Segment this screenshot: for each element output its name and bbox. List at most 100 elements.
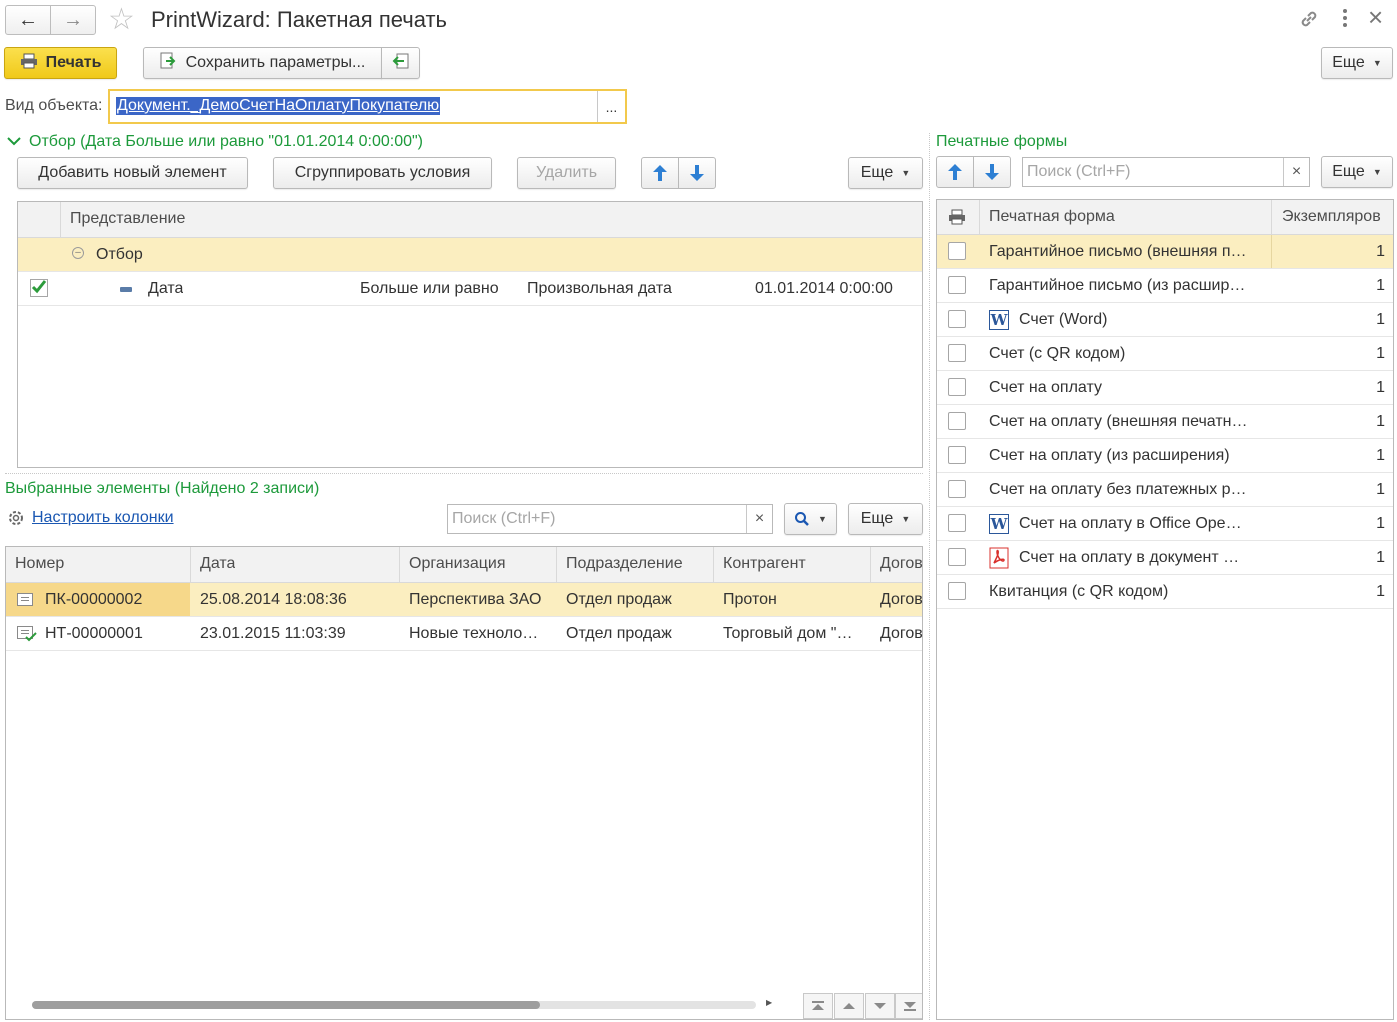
print-form-name: Счет (с QR кодом) — [989, 345, 1126, 362]
load-params-button[interactable] — [381, 47, 420, 79]
print-form-checkbox[interactable] — [948, 412, 966, 430]
print-form-name: Счет на оплату (внешняя печатн… — [989, 413, 1248, 430]
print-forms-grid[interactable]: Печатная форма Экземпляров Гарантийное п… — [936, 199, 1394, 1020]
clear-search-button[interactable]: × — [746, 505, 772, 533]
scrollbar-thumb[interactable] — [32, 1001, 540, 1009]
print-form-row[interactable]: Счет на оплату (из расширения) 1 — [937, 439, 1393, 473]
print-form-copies[interactable]: 1 — [1376, 481, 1385, 499]
splitter[interactable] — [5, 473, 923, 474]
filter-condition-row[interactable]: Дата Больше или равно Произвольная дата … — [18, 272, 922, 306]
column-header-print-form[interactable]: Печатная форма — [989, 208, 1115, 226]
print-form-copies[interactable]: 1 — [1376, 583, 1385, 601]
back-button[interactable]: ← — [5, 5, 51, 35]
column-header-number[interactable]: Номер — [15, 555, 64, 573]
print-form-checkbox[interactable] — [948, 446, 966, 464]
filter-grid[interactable]: Представление – Отбор Дата Больше или ра… — [17, 201, 923, 468]
column-header-date[interactable]: Дата — [200, 555, 235, 573]
clear-forms-search-button[interactable]: × — [1283, 158, 1309, 186]
posted-document-icon — [17, 626, 37, 642]
print-form-checkbox[interactable] — [948, 548, 966, 566]
print-forms-section-title: Печатные формы — [936, 133, 1068, 150]
print-form-checkbox[interactable] — [948, 242, 966, 260]
favorite-star-icon[interactable]: ☆ — [108, 4, 135, 36]
print-form-copies[interactable]: 1 — [1376, 447, 1385, 465]
group-conditions-button[interactable]: Сгруппировать условия — [273, 157, 492, 189]
search-button[interactable]: ▼ — [784, 503, 837, 535]
selected-search-input[interactable] — [448, 505, 746, 533]
print-form-row[interactable]: W Счет на оплату в Office Ope… 1 — [937, 507, 1393, 541]
selected-more-button[interactable]: Еще ▼ — [848, 503, 923, 535]
filter-section-title[interactable]: Отбор (Дата Больше или равно "01.01.2014… — [7, 133, 423, 151]
print-form-checkbox[interactable] — [948, 480, 966, 498]
print-form-copies[interactable]: 1 — [1376, 243, 1385, 261]
selected-search-field[interactable]: × — [447, 504, 773, 534]
column-header-counterparty[interactable]: Контрагент — [723, 555, 806, 573]
arrow-down-icon — [690, 165, 704, 181]
add-element-button[interactable]: Добавить новый элемент — [17, 157, 248, 189]
move-up-button[interactable] — [641, 157, 679, 189]
print-form-row[interactable]: Счет на оплату в документ … 1 — [937, 541, 1393, 575]
column-header-copies[interactable]: Экземпляров — [1282, 208, 1381, 226]
filter-group-row[interactable]: – Отбор — [18, 238, 922, 272]
move-down-button[interactable] — [678, 157, 716, 189]
print-form-copies[interactable]: 1 — [1376, 549, 1385, 567]
print-form-row[interactable]: Квитанция (с QR кодом) 1 — [937, 575, 1393, 609]
scroll-first-button[interactable] — [803, 993, 833, 1019]
forms-search-field[interactable]: × — [1022, 157, 1310, 187]
scroll-last-button[interactable] — [895, 993, 922, 1019]
object-type-field[interactable]: Документ._ДемоСчетНаОплатуПокупателю ... — [108, 89, 627, 124]
more-button[interactable]: Еще ▼ — [1321, 47, 1393, 79]
close-icon[interactable]: × — [1368, 2, 1383, 33]
column-header-organization[interactable]: Организация — [409, 555, 506, 573]
print-form-checkbox[interactable] — [948, 582, 966, 600]
scroll-right-icon[interactable]: ▶ — [766, 998, 772, 1007]
more-vertical-icon[interactable] — [1340, 6, 1350, 32]
print-form-copies[interactable]: 1 — [1376, 277, 1385, 295]
print-form-name: Гарантийное письмо (из расшир… — [989, 277, 1246, 294]
print-form-row[interactable]: Счет на оплату 1 — [937, 371, 1393, 405]
print-form-copies[interactable]: 1 — [1376, 311, 1385, 329]
save-params-button[interactable]: Сохранить параметры... — [143, 47, 382, 79]
print-button[interactable]: Печать — [4, 47, 117, 79]
configure-columns-link[interactable]: Настроить колонки — [7, 509, 174, 527]
forward-button[interactable]: → — [50, 5, 96, 35]
horizontal-scrollbar[interactable] — [32, 1001, 756, 1009]
print-form-row[interactable]: Гарантийное письмо (внешняя п… 1 — [937, 235, 1393, 269]
choose-button[interactable]: ... — [597, 91, 625, 122]
selected-grid[interactable]: Номер Дата Организация Подразделение Кон… — [5, 546, 923, 1020]
print-form-checkbox[interactable] — [948, 310, 966, 328]
forms-move-up-button[interactable] — [936, 156, 974, 188]
print-form-row[interactable]: Счет на оплату без платежных р… 1 — [937, 473, 1393, 507]
link-icon[interactable] — [1298, 8, 1320, 35]
print-form-checkbox[interactable] — [948, 378, 966, 396]
forms-move-down-button[interactable] — [973, 156, 1011, 188]
print-form-row[interactable]: Гарантийное письмо (из расшир… 1 — [937, 269, 1393, 303]
print-form-copies[interactable]: 1 — [1376, 413, 1385, 431]
table-row[interactable]: НТ-00000001 23.01.2015 11:03:39 Новые те… — [6, 617, 922, 651]
print-form-copies[interactable]: 1 — [1376, 515, 1385, 533]
forms-more-button[interactable]: Еще ▼ — [1321, 156, 1393, 188]
scroll-down-button[interactable] — [865, 993, 895, 1019]
print-form-checkbox[interactable] — [948, 276, 966, 294]
print-form-row[interactable]: Счет (с QR кодом) 1 — [937, 337, 1393, 371]
table-row[interactable]: ПК-00000002 25.08.2014 18:08:36 Перспект… — [6, 583, 922, 617]
filter-more-button[interactable]: Еще ▼ — [848, 157, 923, 189]
collapse-icon[interactable]: – — [72, 247, 84, 259]
column-header-presentation[interactable]: Представление — [70, 210, 185, 228]
print-form-copies[interactable]: 1 — [1376, 379, 1385, 397]
print-form-checkbox[interactable] — [948, 344, 966, 362]
print-form-name: Квитанция (с QR кодом) — [989, 583, 1169, 600]
column-header-contract[interactable]: Догов — [880, 555, 922, 573]
print-form-row[interactable]: Счет на оплату (внешняя печатн… 1 — [937, 405, 1393, 439]
dropdown-arrow-icon: ▼ — [901, 168, 911, 178]
condition-checkbox[interactable] — [30, 279, 48, 297]
vertical-splitter[interactable] — [929, 133, 930, 1020]
column-header-department[interactable]: Подразделение — [566, 555, 683, 573]
print-form-checkbox[interactable] — [948, 514, 966, 532]
print-form-row[interactable]: W Счет (Word) 1 — [937, 303, 1393, 337]
print-form-copies[interactable]: 1 — [1376, 345, 1385, 363]
print-form-name: Счет на оплату без платежных р… — [989, 481, 1247, 498]
scroll-up-button[interactable] — [834, 993, 864, 1019]
forms-search-input[interactable] — [1023, 158, 1283, 186]
delete-button[interactable]: Удалить — [517, 157, 616, 189]
